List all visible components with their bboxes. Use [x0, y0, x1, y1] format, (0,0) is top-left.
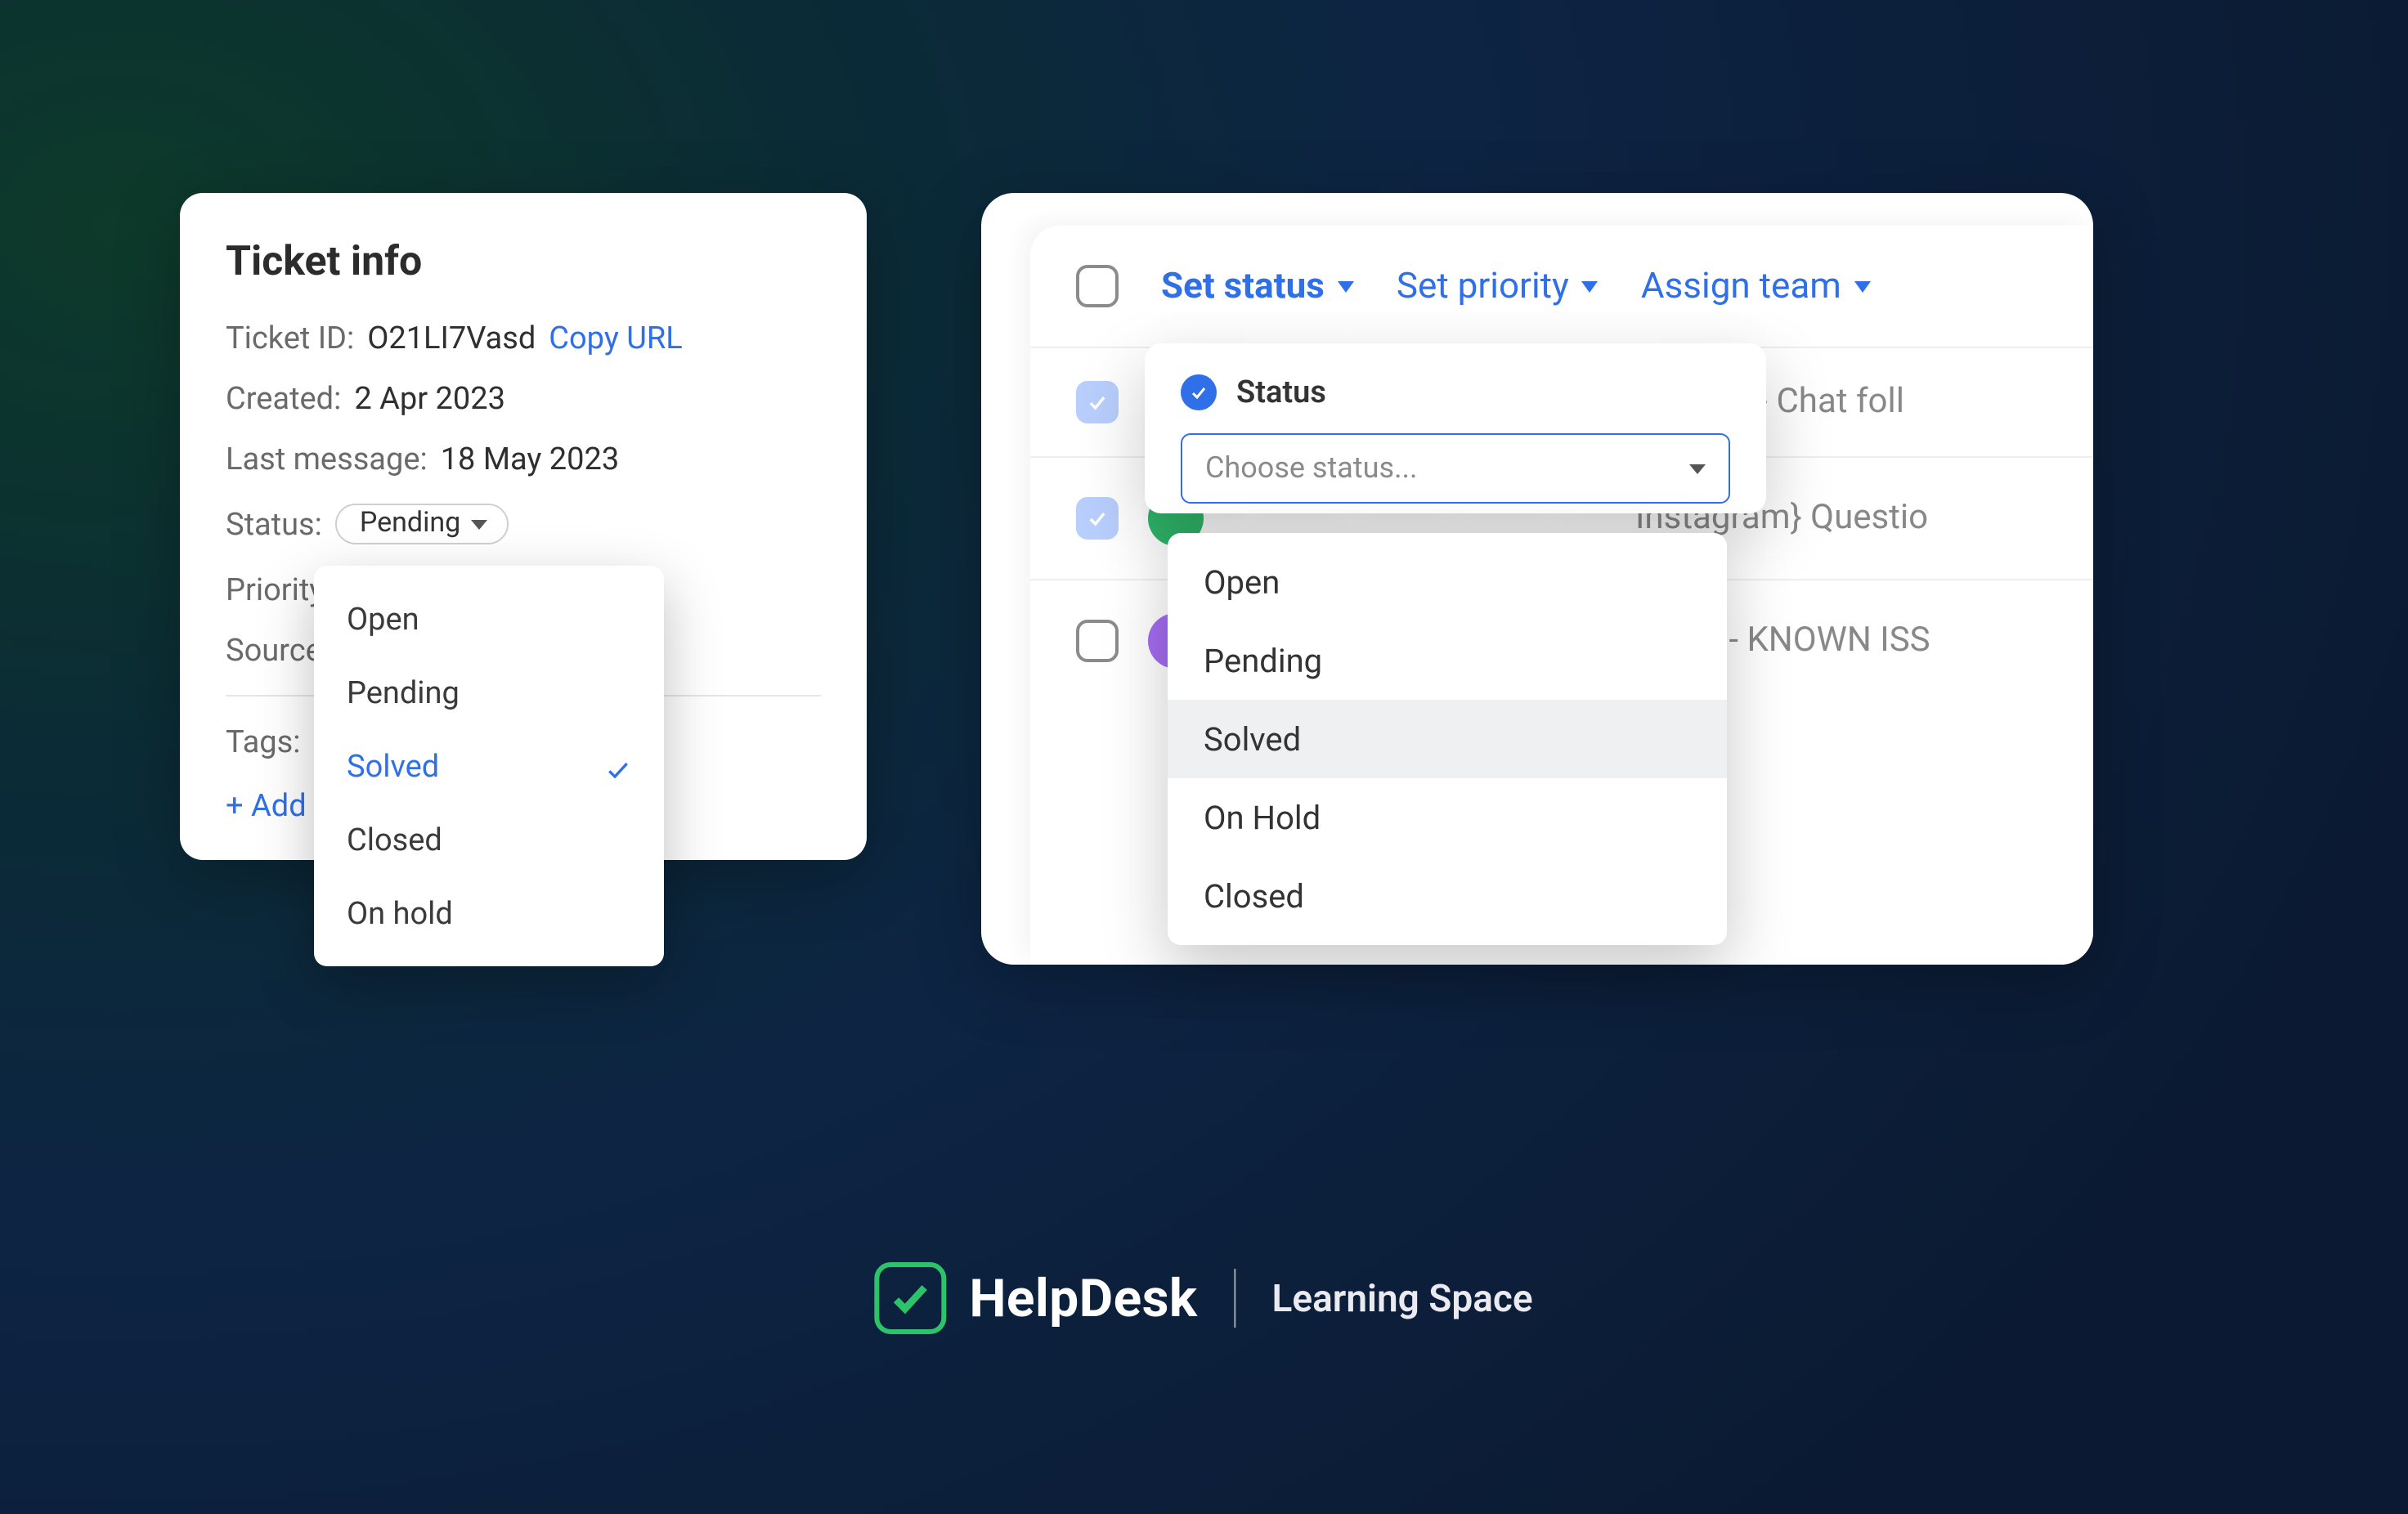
- status-select[interactable]: Choose status...: [1181, 433, 1730, 504]
- status-popover-header: Status: [1145, 373, 1766, 433]
- status-option-open[interactable]: Open: [314, 582, 664, 656]
- assign-team-button[interactable]: Assign team: [1641, 266, 1871, 307]
- status-option-open[interactable]: Open: [1168, 543, 1727, 621]
- ticket-info-title: Ticket info: [226, 239, 821, 286]
- chevron-down-icon: [1854, 280, 1871, 292]
- bulk-toolbar: Set status Set priority Assign team: [1030, 226, 2093, 347]
- status-popover-title: Status: [1236, 373, 1326, 410]
- last-message-row: Last message: 18 May 2023: [226, 443, 821, 474]
- set-priority-label: Set priority: [1397, 266, 1569, 307]
- status-option-onhold[interactable]: On Hold: [1168, 778, 1727, 857]
- ticket-id-label: Ticket ID:: [226, 322, 354, 353]
- status-option-onhold[interactable]: On hold: [314, 876, 664, 950]
- check-icon: [605, 753, 631, 779]
- stage: { "ticket_info": { "title": "Ticket info…: [0, 0, 2407, 1514]
- chevron-down-icon: [470, 519, 487, 529]
- status-option-closed[interactable]: Closed: [1168, 857, 1727, 935]
- status-popover-options: Open Pending Solved On Hold Closed: [1168, 533, 1727, 945]
- row-checkbox[interactable]: [1076, 381, 1119, 423]
- status-popover: Status Choose status...: [1145, 343, 1766, 513]
- status-option-pending[interactable]: Pending: [1168, 621, 1727, 700]
- row-checkbox[interactable]: [1076, 497, 1119, 540]
- status-option-pending[interactable]: Pending: [314, 656, 664, 729]
- priority-label: Priority: [226, 574, 324, 605]
- brand-footer: HelpDesk Learning Space: [874, 1262, 1532, 1334]
- status-pill[interactable]: Pending: [335, 504, 508, 544]
- divider: [1233, 1269, 1235, 1328]
- set-status-label: Set status: [1161, 266, 1325, 307]
- assign-team-label: Assign team: [1641, 266, 1841, 307]
- last-message-value: 18 May 2023: [441, 443, 620, 474]
- status-option-closed[interactable]: Closed: [314, 803, 664, 876]
- check-circle-icon: [1181, 374, 1217, 410]
- set-priority-button[interactable]: Set priority: [1397, 266, 1599, 307]
- status-select-placeholder: Choose status...: [1205, 451, 1418, 486]
- created-label: Created:: [226, 383, 341, 414]
- created-row: Created: 2 Apr 2023: [226, 383, 821, 414]
- copy-url-link[interactable]: Copy URL: [549, 322, 682, 353]
- status-option-solved-label: Solved: [347, 747, 439, 785]
- ticket-id-row: Ticket ID: O21LI7Vasd Copy URL: [226, 322, 821, 353]
- set-status-button[interactable]: Set status: [1161, 266, 1354, 307]
- helpdesk-logo-icon: [874, 1262, 946, 1334]
- status-pill-value: Pending: [360, 510, 460, 538]
- brand-subtitle: Learning Space: [1271, 1276, 1532, 1320]
- select-all-checkbox[interactable]: [1076, 265, 1119, 307]
- brand-logo-group: HelpDesk: [874, 1262, 1197, 1334]
- created-value: 2 Apr 2023: [354, 383, 505, 414]
- ticket-id-value: O21LI7Vasd: [367, 322, 536, 353]
- brand-name: HelpDesk: [969, 1267, 1197, 1329]
- chevron-down-icon: [1689, 464, 1706, 473]
- last-message-label: Last message:: [226, 443, 428, 474]
- status-dropdown: Open Pending Solved Closed On hold: [314, 566, 664, 966]
- status-option-solved[interactable]: Solved: [314, 729, 664, 803]
- tags-label: Tags:: [226, 726, 300, 757]
- chevron-down-icon: [1582, 280, 1599, 292]
- status-option-solved[interactable]: Solved: [1168, 700, 1727, 778]
- status-row: Status: Pending: [226, 504, 821, 544]
- chevron-down-icon: [1338, 280, 1354, 292]
- row-checkbox[interactable]: [1076, 620, 1119, 662]
- status-label: Status:: [226, 508, 322, 540]
